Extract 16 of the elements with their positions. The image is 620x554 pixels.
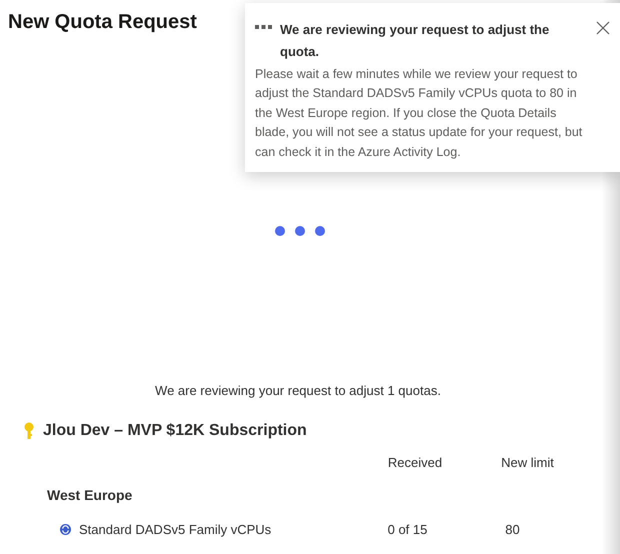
column-header: Received xyxy=(388,454,442,470)
progress-dots-icon xyxy=(255,25,272,29)
notification-title: We are reviewing your request to adjust the quota. xyxy=(280,21,550,61)
received-value: 0 of 15 xyxy=(388,522,428,537)
close-icon xyxy=(596,21,610,35)
close-button[interactable] xyxy=(596,21,610,35)
page-title: New Quota Request xyxy=(8,10,197,35)
region-heading: West Europe xyxy=(47,487,132,503)
key-icon xyxy=(23,422,35,440)
status-message: We are reviewing your request to adjust 1 quotas. xyxy=(154,382,442,400)
notification-message: Please wait a few minutes while we review your request to adjust the Standard DADSv5 Family vCPUs quota to 80 in the West Europe region. If you close the Quota Details blade, you will not see a status update for your request, but can check it in the Azure Activity Log. xyxy=(255,66,584,161)
new-limit-value: 80 xyxy=(505,522,520,537)
subscription-name: Jlou Dev – MVP $12K Subscription xyxy=(43,420,307,440)
quota-name: Standard DADSv5 Family vCPUs xyxy=(79,521,272,539)
sync-icon xyxy=(60,524,71,536)
column-header: New limit xyxy=(501,454,554,470)
